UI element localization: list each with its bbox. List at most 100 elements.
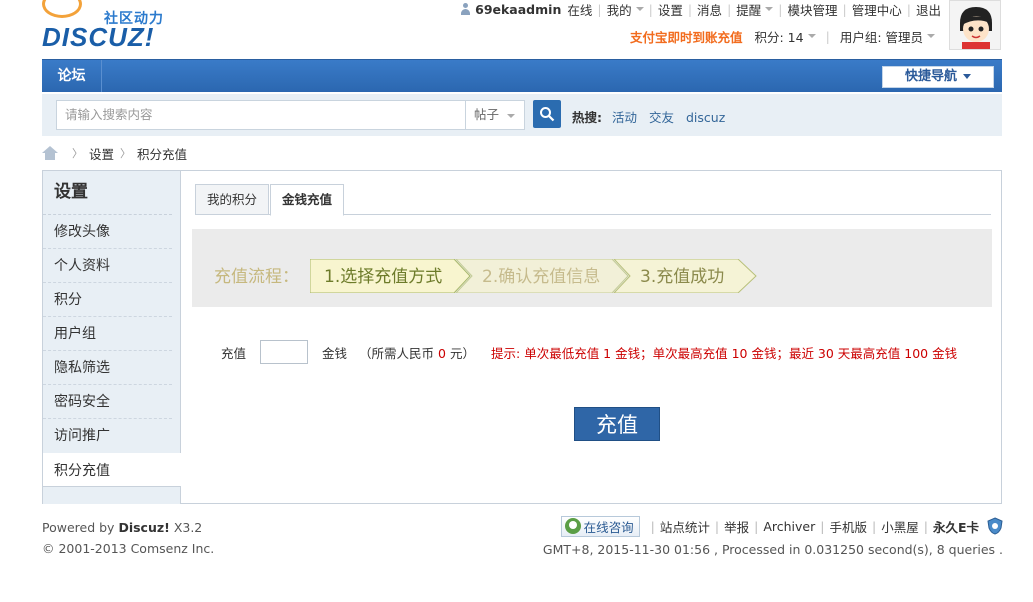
logout-link[interactable]: 退出 <box>916 0 941 19</box>
hot-term[interactable]: 活动 <box>612 110 637 125</box>
divider: | <box>597 1 602 17</box>
username-link[interactable]: 69ekaadmin <box>475 2 561 17</box>
quick-nav-label: 快捷导航 <box>904 69 957 84</box>
breadcrumb-settings[interactable]: 设置 <box>89 144 114 163</box>
breadcrumb-current: 积分充值 <box>137 146 188 162</box>
rmb-prefix: （所需人民币 <box>359 345 435 361</box>
search-type-select[interactable]: 帖子 <box>465 100 525 130</box>
search-input[interactable]: 请输入搜索内容 <box>56 100 466 130</box>
notifications-link[interactable]: 提醒 <box>736 0 761 19</box>
hot-term[interactable]: discuz <box>686 110 725 125</box>
flow-label: 充值流程： <box>214 267 299 287</box>
caret-down-icon <box>963 74 971 79</box>
credits-menu[interactable]: 积分: 14 <box>755 27 804 46</box>
divider: | <box>778 1 783 17</box>
chat-icon <box>564 518 581 534</box>
powered-by: Powered by <box>42 520 115 535</box>
hot-searches: 热搜: 活动 交友 discuz <box>572 107 733 126</box>
chevron-down-icon <box>807 34 816 38</box>
sidebar-item-privacy[interactable]: 隐私筛选 <box>43 351 172 385</box>
rmb-value: 0 <box>438 345 446 361</box>
processing-info: GMT+8, 2015-11-30 01:56 , Processed in 0… <box>542 542 1003 557</box>
flow-step-1: 1.选择充值方式 <box>324 267 443 287</box>
divider: | <box>820 518 825 534</box>
sidebar-title: 设置 <box>43 171 172 215</box>
recharge-tip: 提示: 单次最低充值 1 金钱；单次最高充值 10 金钱；最近 30 天最高充值… <box>491 345 958 361</box>
consult-label: 在线咨询 <box>583 519 634 535</box>
avatar[interactable] <box>949 0 1001 50</box>
quick-nav-button[interactable]: 快捷导航 <box>882 66 994 88</box>
recharge-amount-input[interactable] <box>260 340 309 364</box>
online-consult-button[interactable]: 在线咨询 <box>560 515 640 537</box>
footer-link-mobile[interactable]: 手机版 <box>829 517 867 536</box>
logo-title: DISCUZ! <box>42 22 155 52</box>
settings-sidebar: 设置 修改头像 个人资料 积分 用户组 隐私筛选 密码安全 访问推广 积分充值 <box>43 171 181 504</box>
recharge-flow: 充值流程： 1.选择充值方式 2.确认充值信息 3.充值成功 <box>192 229 992 307</box>
sidebar-item-avatar[interactable]: 修改头像 <box>43 215 172 249</box>
sidebar-item-promotion[interactable]: 访问推广 <box>43 419 172 453</box>
shield-icon[interactable] <box>987 517 1003 535</box>
chevron-down-icon <box>927 34 935 38</box>
messages-link[interactable]: 消息 <box>697 0 722 19</box>
home-icon[interactable] <box>42 146 58 160</box>
footer-link-archiver[interactable]: Archiver <box>763 519 815 534</box>
logo-bubble-icon <box>42 0 82 18</box>
product-link[interactable]: Discuz! <box>118 520 169 535</box>
divider: | <box>727 1 732 17</box>
divider: | <box>714 518 720 534</box>
footer-powered: Powered by Discuz! X3.2 © 2001-2013 Coms… <box>42 517 214 559</box>
footer-link-yjcard[interactable]: 永久E卡 <box>933 517 979 536</box>
footer-link-blacklist[interactable]: 小黑屋 <box>881 517 919 536</box>
chevron-down-icon <box>635 7 644 11</box>
breadcrumb-separator: 〉 <box>72 147 83 160</box>
recharge-form-row: 充值 金钱 （所需人民币 0 元） 提示: 单次最低充值 1 金钱；单次最高充值 1… <box>221 339 957 365</box>
discuz-logo[interactable]: 社区动力 DISCUZ! <box>42 0 182 56</box>
admin-center-link[interactable]: 管理中心 <box>852 0 902 19</box>
tab-my-credits[interactable]: 我的积分 <box>195 184 270 215</box>
sidebar-item-recharge[interactable]: 积分充值 <box>43 453 181 487</box>
chevron-down-icon <box>507 114 515 118</box>
divider: | <box>648 1 653 17</box>
search-button[interactable] <box>533 100 561 128</box>
chevron-down-icon <box>765 7 774 11</box>
version: X3.2 <box>173 520 203 535</box>
breadcrumb-separator: 〉 <box>120 147 132 160</box>
nav-forum[interactable]: 论坛 <box>42 60 102 92</box>
rmb-required: （所需人民币 0 元） <box>359 343 475 362</box>
divider: | <box>872 518 877 534</box>
recharge-submit-button[interactable]: 充值 <box>574 407 660 441</box>
sidebar-item-profile[interactable]: 个人资料 <box>43 249 172 283</box>
my-menu[interactable]: 我的 <box>607 0 632 19</box>
tab-bar: 我的积分 金钱充值 <box>195 184 991 216</box>
alipay-recharge-link[interactable]: 支付宝即时到账充值 <box>630 27 743 46</box>
user-info-bar: 支付宝即时到账充值 积分: 14 | 用户组: 管理员 <box>630 27 935 46</box>
divider: | <box>687 1 693 17</box>
settings-link[interactable]: 设置 <box>658 0 683 19</box>
divider: | <box>906 1 911 17</box>
sidebar-item-usergroup[interactable]: 用户组 <box>43 317 172 351</box>
recharge-unit: 金钱 <box>322 345 348 361</box>
hot-label: 热搜: <box>572 110 602 125</box>
module-manage-link[interactable]: 模块管理 <box>788 0 838 19</box>
flow-step-3: 3.充值成功 <box>640 267 725 287</box>
copyright: © 2001-2013 Comsenz Inc. <box>42 541 215 556</box>
sidebar-item-password[interactable]: 密码安全 <box>43 385 172 419</box>
divider: | <box>842 1 847 17</box>
tab-money-recharge[interactable]: 金钱充值 <box>270 184 345 216</box>
user-icon <box>460 3 471 15</box>
footer-link-stats[interactable]: 站点统计 <box>660 517 710 536</box>
hot-term[interactable]: 交友 <box>649 110 674 125</box>
divider: | <box>825 28 830 44</box>
search-type-value: 帖子 <box>474 107 500 122</box>
main-panel: 设置 修改头像 个人资料 积分 用户组 隐私筛选 密码安全 访问推广 积分充值 … <box>42 170 1002 504</box>
footer-links: 在线咨询 | 站点统计 | 举报 | Archiver | 手机版 | 小黑屋 … <box>543 514 1003 557</box>
sidebar-item-credits[interactable]: 积分 <box>43 283 172 317</box>
divider: | <box>650 518 655 534</box>
search-icon <box>540 107 555 122</box>
footer-link-report[interactable]: 举报 <box>724 517 749 536</box>
search-bar: 请输入搜索内容 帖子 热搜: 活动 交友 discuz <box>42 94 1002 136</box>
divider: | <box>923 518 928 534</box>
avatar-cartoon-icon <box>950 1 1000 49</box>
breadcrumb: 〉 设置 〉 积分充值 <box>42 144 188 163</box>
usergroup-menu[interactable]: 用户组: 管理员 <box>840 27 923 46</box>
